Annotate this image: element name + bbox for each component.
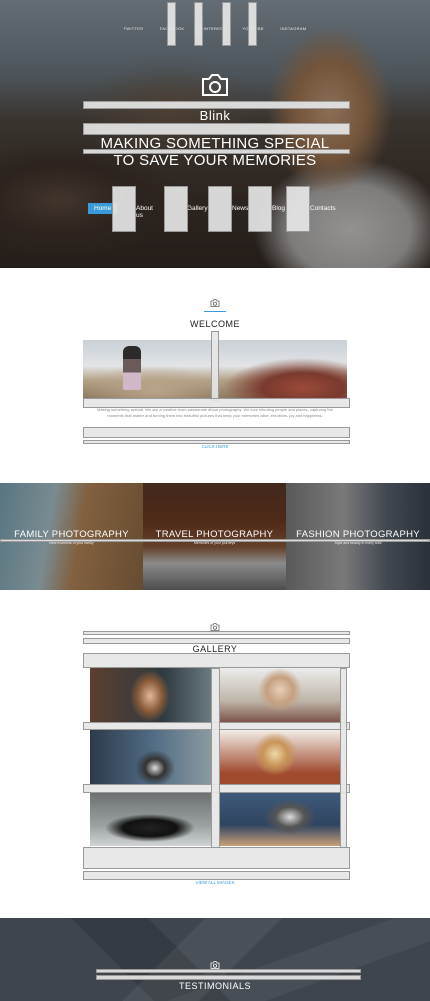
camera-icon: [210, 299, 220, 307]
category-label: FAMILY PHOTOGRAPHY: [14, 529, 129, 540]
nav-about[interactable]: About us: [136, 205, 153, 219]
overlay-bar: [83, 653, 350, 668]
category-travel[interactable]: TRAVEL PHOTOGRAPHY Memories of your jour…: [143, 483, 286, 590]
gallery-image[interactable]: [220, 730, 340, 784]
categories-strip: FAMILY PHOTOGRAPHY Best moments of your …: [0, 483, 430, 590]
read-more-link[interactable]: CLICK HERE: [0, 444, 430, 449]
overlay-bar: [211, 331, 219, 401]
category-sub: Style and beauty in every shot: [334, 541, 382, 545]
overlay-bar: [83, 427, 350, 438]
overlay-bar: [164, 186, 188, 232]
camera-icon: [210, 623, 220, 631]
overlay-bar: [83, 847, 350, 869]
overlay-bar: [96, 969, 361, 973]
overlay-bar: [83, 123, 350, 135]
title-underline: [204, 311, 226, 312]
gallery-image[interactable]: [90, 668, 211, 723]
overlay-bar: [211, 668, 220, 848]
brand-logo[interactable]: Blink: [0, 108, 430, 123]
social-link-twitter[interactable]: TWITTER: [124, 26, 144, 31]
nav-blog[interactable]: Blog: [272, 205, 285, 212]
welcome-title: WELCOME: [189, 319, 240, 329]
overlay-bar: [340, 668, 347, 848]
camera-icon: [210, 961, 220, 969]
category-family[interactable]: FAMILY PHOTOGRAPHY Best moments of your …: [0, 483, 143, 590]
photographer-figure: [123, 346, 141, 390]
headline-line-2: TO SAVE YOUR MEMORIES: [113, 152, 317, 169]
gallery-image[interactable]: [220, 793, 340, 846]
camera-icon: [202, 74, 228, 96]
category-label: TRAVEL PHOTOGRAPHY: [155, 529, 274, 540]
overlay-bar: [83, 871, 350, 880]
view-all-link[interactable]: VIEW ALL IMAGES: [0, 880, 430, 885]
overlay-bar: [248, 186, 272, 232]
gallery-image[interactable]: [220, 668, 340, 723]
social-link-instagram[interactable]: INSTAGRAM: [280, 26, 306, 31]
social-links: TWITTER FACEBOOK PINTEREST YOUTUBE INSTA…: [0, 17, 430, 35]
overlay-bar: [286, 186, 310, 232]
overlay-bar: [112, 186, 136, 232]
overlay-bar: [167, 2, 176, 46]
nav-gallery[interactable]: Gallery: [187, 205, 208, 212]
category-fashion[interactable]: FASHION PHOTOGRAPHY Style and beauty in …: [286, 483, 430, 590]
category-sub: Memories of your journeys: [193, 541, 236, 545]
overlay-bar: [96, 975, 361, 980]
overlay-bar: [208, 186, 232, 232]
overlay-bar: [83, 149, 350, 154]
hero-section: TWITTER FACEBOOK PINTEREST YOUTUBE INSTA…: [0, 0, 430, 268]
testimonials-title: TESTIMONIALS: [178, 981, 251, 991]
welcome-text: Making something special. We are a creat…: [97, 407, 333, 418]
overlay-bar: [83, 631, 350, 635]
nav-contacts[interactable]: Contacts: [310, 205, 336, 212]
category-sub: Best moments of your family: [49, 541, 94, 545]
overlay-bar: [248, 2, 257, 46]
overlay-bar: [194, 2, 203, 46]
gallery-image[interactable]: [90, 730, 211, 784]
category-label: FASHION PHOTOGRAPHY: [296, 529, 420, 540]
nav-news[interactable]: News: [232, 205, 248, 212]
gallery-image[interactable]: [90, 793, 211, 846]
overlay-bar: [222, 2, 231, 46]
